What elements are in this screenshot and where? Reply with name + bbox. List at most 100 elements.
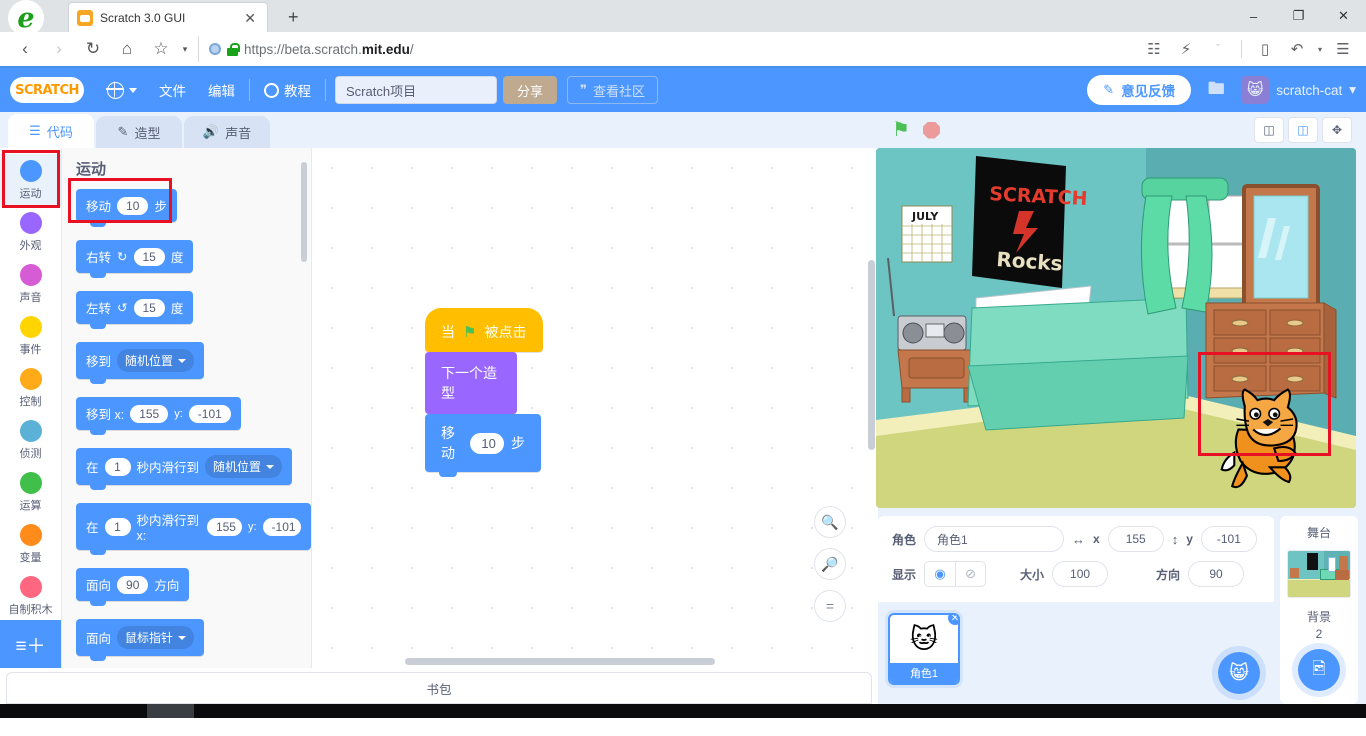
feedback-button[interactable]: ✎ 意见反馈 bbox=[1087, 75, 1191, 105]
block-input-degrees[interactable]: 15 bbox=[134, 299, 165, 317]
eye-icon[interactable]: ◉ bbox=[925, 562, 955, 586]
new-tab-button[interactable]: + bbox=[280, 7, 307, 32]
palette-block-point-direction[interactable]: 面向 90 方向 bbox=[76, 568, 189, 601]
palette-block-goto-xy[interactable]: 移到 x: 155 y: -101 bbox=[76, 397, 241, 430]
stage[interactable]: JULY SCRATCH Rocks bbox=[876, 148, 1356, 508]
canvas-horizontal-scrollbar[interactable] bbox=[405, 658, 715, 665]
lightning-icon[interactable]: ⚡ bbox=[1171, 34, 1201, 64]
block-input-steps[interactable]: 10 bbox=[117, 197, 148, 215]
add-sprite-button[interactable]: 😸 bbox=[1218, 652, 1260, 694]
sprite-y-input[interactable]: -101 bbox=[1201, 526, 1257, 552]
block-input-degrees[interactable]: 15 bbox=[134, 248, 165, 266]
reading-view-icon[interactable]: ▯ bbox=[1250, 34, 1280, 64]
palette-block-move-steps[interactable]: 移动 10 步 bbox=[76, 189, 177, 222]
menu-file[interactable]: 文件 bbox=[148, 68, 197, 112]
chevron-down-icon[interactable]: ˇ bbox=[1203, 34, 1233, 64]
category-sound[interactable]: 声音 bbox=[0, 258, 61, 310]
block-dropdown-target[interactable]: 随机位置 bbox=[117, 349, 194, 372]
sprite-direction-input[interactable]: 90 bbox=[1188, 561, 1244, 587]
language-menu[interactable] bbox=[96, 68, 148, 112]
backpack-bar[interactable]: 书包 bbox=[6, 672, 872, 704]
reload-icon[interactable]: ↻ bbox=[76, 34, 110, 64]
add-backdrop-button[interactable]: 🖻 bbox=[1298, 649, 1340, 691]
block-dropdown-target[interactable]: 随机位置 bbox=[205, 455, 282, 478]
block-input-x[interactable]: 155 bbox=[207, 518, 242, 536]
home-icon[interactable]: ⌂ bbox=[110, 34, 144, 64]
script-block-when-flag-clicked[interactable]: 当 ⚑ 被点击 bbox=[425, 308, 543, 352]
category-events[interactable]: 事件 bbox=[0, 310, 61, 362]
tab-code[interactable]: ☰ 代码 bbox=[8, 114, 94, 148]
minimize-button[interactable]: – bbox=[1231, 0, 1276, 32]
scratch-menubar: SCRATCH 文件 编辑 教程 分享 ❞ 查看社区 ✎ 意见反馈 🖿 😸 sc… bbox=[0, 68, 1366, 112]
block-input-y[interactable]: -101 bbox=[189, 405, 231, 423]
block-input-direction[interactable]: 90 bbox=[117, 576, 148, 594]
zoom-in-icon[interactable]: 🔍 bbox=[814, 506, 846, 538]
menu-edit[interactable]: 编辑 bbox=[197, 68, 246, 112]
block-input-y[interactable]: -101 bbox=[263, 518, 301, 536]
taskbar-item[interactable] bbox=[147, 704, 194, 718]
palette-scrollbar[interactable] bbox=[301, 162, 307, 262]
zoom-out-icon[interactable]: 🔎 bbox=[814, 548, 846, 580]
large-stage-icon[interactable]: ◫ bbox=[1288, 117, 1318, 143]
script-canvas[interactable]: 当 ⚑ 被点击 下一个造型 移动 10 步 bbox=[312, 148, 878, 668]
tab-costumes[interactable]: ✎ 造型 bbox=[96, 116, 182, 148]
close-icon[interactable]: ✕ bbox=[241, 11, 259, 25]
script-stack[interactable]: 当 ⚑ 被点击 下一个造型 移动 10 步 bbox=[425, 308, 543, 472]
sprite-card[interactable]: ✕ 🐱 角色1 bbox=[888, 613, 960, 685]
backdrop-thumbnail[interactable] bbox=[1287, 550, 1351, 598]
palette-block-glide-to[interactable]: 在 1 秒内滑行到 随机位置 bbox=[76, 448, 292, 485]
category-looks[interactable]: 外观 bbox=[0, 206, 61, 258]
scratch-logo[interactable]: SCRATCH bbox=[10, 77, 84, 103]
category-variables[interactable]: 变量 bbox=[0, 518, 61, 570]
palette-block-turn-right[interactable]: 右转 ↻ 15 度 bbox=[76, 240, 193, 273]
small-stage-icon[interactable]: ◫ bbox=[1254, 117, 1284, 143]
folder-icon[interactable]: 🖿 bbox=[1199, 76, 1233, 105]
palette-block-turn-left[interactable]: 左转 ↺ 15 度 bbox=[76, 291, 193, 324]
script-block-move-steps[interactable]: 移动 10 步 bbox=[425, 414, 541, 472]
category-motion[interactable]: 运动 bbox=[0, 154, 61, 206]
eye-slash-icon[interactable]: ⊘ bbox=[955, 562, 985, 586]
palette-block-goto[interactable]: 移到 随机位置 bbox=[76, 342, 204, 379]
browser-tab[interactable]: Scratch 3.0 GUI ✕ bbox=[68, 2, 268, 32]
block-dropdown-towards[interactable]: 鼠标指针 bbox=[117, 626, 194, 649]
tab-sounds[interactable]: 🔊 声音 bbox=[184, 116, 270, 148]
view-community-button[interactable]: ❞ 查看社区 bbox=[567, 76, 658, 104]
sprite-size-input[interactable]: 100 bbox=[1052, 561, 1108, 587]
favorite-star-icon[interactable]: ☆ bbox=[144, 34, 178, 64]
block-input-x[interactable]: 155 bbox=[130, 405, 168, 423]
canvas-vertical-scrollbar[interactable] bbox=[868, 260, 875, 450]
back-icon[interactable]: ‹ bbox=[8, 34, 42, 64]
project-name-input[interactable] bbox=[335, 76, 497, 104]
browser-menu-icon[interactable]: ☰ bbox=[1328, 34, 1358, 64]
block-palette[interactable]: 运动 移动 10 步 右转 ↻ 15 度 bbox=[62, 148, 312, 668]
favorite-caret-icon[interactable]: ▾ bbox=[178, 34, 192, 64]
category-sensing[interactable]: 侦测 bbox=[0, 414, 61, 466]
category-operators[interactable]: 运算 bbox=[0, 466, 61, 518]
stop-sign-icon[interactable] bbox=[923, 122, 940, 139]
sprite-name-input[interactable]: 角色1 bbox=[924, 526, 1064, 552]
block-input-secs[interactable]: 1 bbox=[105, 518, 131, 536]
sprite-x-input[interactable]: 155 bbox=[1108, 526, 1164, 552]
share-button[interactable]: 分享 bbox=[503, 76, 557, 104]
block-input-secs[interactable]: 1 bbox=[105, 458, 131, 476]
category-motion-label: 运动 bbox=[20, 185, 42, 201]
address-bar[interactable]: https://beta.scratch.mit.edu/ bbox=[198, 36, 1133, 62]
block-input-steps[interactable]: 10 bbox=[470, 433, 504, 454]
palette-block-point-towards[interactable]: 面向 鼠标指针 bbox=[76, 619, 204, 656]
zoom-reset-icon[interactable]: = bbox=[814, 590, 846, 622]
add-extension-button[interactable]: ≡＋ bbox=[0, 620, 61, 668]
history-icon[interactable]: ↶ bbox=[1282, 34, 1312, 64]
fullscreen-icon[interactable]: ✥ bbox=[1322, 117, 1352, 143]
green-flag-icon[interactable]: ⚑ bbox=[892, 120, 910, 140]
category-control[interactable]: 控制 bbox=[0, 362, 61, 414]
window-close-button[interactable]: ✕ bbox=[1321, 0, 1366, 32]
grid-icon[interactable]: ☷ bbox=[1139, 34, 1169, 64]
maximize-button[interactable]: ❐ bbox=[1276, 0, 1321, 32]
category-my-blocks[interactable]: 自制积木 bbox=[0, 570, 61, 620]
account-menu[interactable]: 😸 scratch-cat ▾ bbox=[1241, 76, 1356, 104]
menu-tutorials[interactable]: 教程 bbox=[253, 68, 322, 112]
history-caret-icon[interactable]: ▾ bbox=[1314, 34, 1326, 64]
palette-block-glide-to-xy[interactable]: 在 1 秒内滑行到 x: 155 y: -101 bbox=[76, 503, 311, 550]
sprite-visibility-toggle[interactable]: ◉ ⊘ bbox=[924, 561, 986, 587]
script-block-next-costume[interactable]: 下一个造型 bbox=[425, 352, 517, 414]
